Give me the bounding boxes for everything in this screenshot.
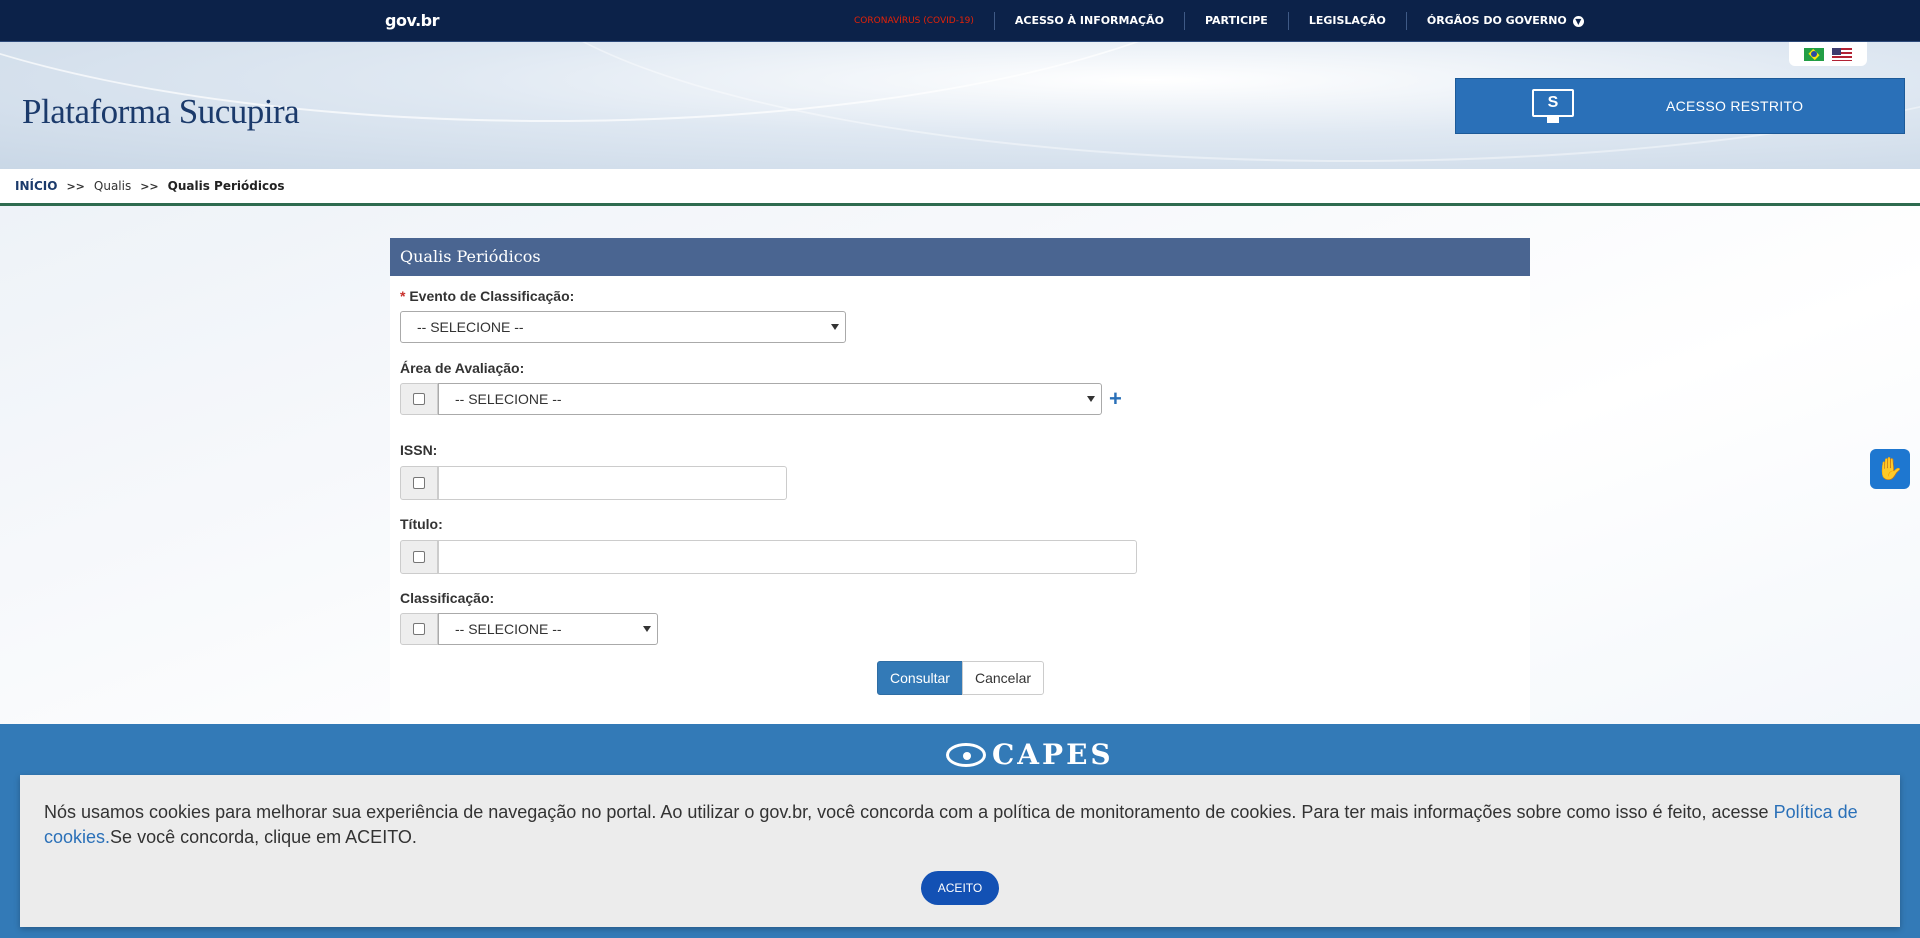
consultar-button[interactable]: Consultar bbox=[877, 661, 963, 695]
accept-cookies-button[interactable]: ACEITO bbox=[921, 871, 999, 905]
breadcrumb: INÍCIO >> Qualis >> Qualis Periódicos bbox=[0, 169, 1920, 206]
nav-orgaos-governo[interactable]: ÓRGÃOS DO GOVERNO ▼ bbox=[1405, 12, 1604, 30]
add-area-icon[interactable]: + bbox=[1109, 388, 1122, 410]
classificacao-select[interactable]: -- SELECIONE -- bbox=[438, 613, 658, 645]
area-checkbox-addon bbox=[400, 383, 438, 415]
breadcrumb-separator: >> bbox=[140, 179, 159, 193]
classificacao-checkbox[interactable] bbox=[413, 623, 425, 635]
cookie-banner: Nós usamos cookies para melhorar sua exp… bbox=[20, 775, 1900, 927]
evento-select[interactable]: -- SELECIONE -- bbox=[400, 311, 846, 343]
breadcrumb-home[interactable]: INÍCIO bbox=[15, 179, 57, 193]
qualis-form-panel: Qualis Periódicos * Evento de Classifica… bbox=[390, 238, 1530, 724]
gov-nav: CORONAVÍRUS (COVID-19) ACESSO À INFORMAÇ… bbox=[834, 0, 1604, 42]
gov-bar: gov.br CORONAVÍRUS (COVID-19) ACESSO À I… bbox=[0, 0, 1920, 42]
issn-checkbox[interactable] bbox=[413, 477, 425, 489]
titulo-checkbox-addon bbox=[400, 540, 438, 574]
site-header: Plataforma Sucupira S ACESSO RESTRITO bbox=[0, 42, 1920, 169]
cancelar-button[interactable]: Cancelar bbox=[962, 661, 1044, 695]
acesso-restrito-button[interactable]: S ACESSO RESTRITO bbox=[1455, 78, 1905, 134]
required-mark: * bbox=[400, 288, 406, 304]
capes-logo[interactable]: CAPES bbox=[946, 738, 1114, 771]
classificacao-label: Classificação: bbox=[400, 590, 495, 606]
site-brand[interactable]: Plataforma Sucupira bbox=[22, 92, 300, 132]
language-selector bbox=[1789, 42, 1867, 66]
area-select[interactable]: -- SELECIONE -- bbox=[438, 383, 1102, 415]
breadcrumb-qualis[interactable]: Qualis bbox=[94, 179, 131, 193]
nav-orgaos-governo-label: ÓRGÃOS DO GOVERNO bbox=[1426, 14, 1567, 27]
libras-hand-icon[interactable]: ✋ bbox=[1870, 449, 1910, 489]
nav-legislacao[interactable]: LEGISLAÇÃO bbox=[1287, 12, 1406, 30]
chevron-down-icon bbox=[1087, 396, 1095, 402]
chevron-down-icon bbox=[831, 324, 839, 330]
chevron-down-icon: ▼ bbox=[1572, 15, 1584, 27]
breadcrumb-separator: >> bbox=[66, 179, 85, 193]
govbr-logo[interactable]: gov.br bbox=[385, 11, 440, 30]
titulo-label: Título: bbox=[400, 516, 443, 532]
acesso-restrito-label: ACESSO RESTRITO bbox=[1666, 98, 1804, 114]
capes-eye-icon bbox=[946, 742, 986, 767]
monitor-icon: S bbox=[1532, 89, 1574, 123]
breadcrumb-current: Qualis Periódicos bbox=[167, 179, 285, 193]
panel-title: Qualis Periódicos bbox=[390, 238, 1530, 276]
titulo-checkbox[interactable] bbox=[413, 551, 425, 563]
issn-checkbox-addon bbox=[400, 466, 438, 500]
issn-label: ISSN: bbox=[400, 442, 438, 458]
area-label: Área de Avaliação: bbox=[400, 360, 525, 376]
usa-flag-icon[interactable] bbox=[1832, 47, 1852, 61]
brazil-flag-icon[interactable] bbox=[1804, 47, 1824, 61]
titulo-input[interactable] bbox=[438, 540, 1137, 574]
nav-acesso-informacao[interactable]: ACESSO À INFORMAÇÃO bbox=[993, 12, 1184, 30]
area-checkbox[interactable] bbox=[413, 393, 425, 405]
chevron-down-icon bbox=[643, 626, 651, 632]
classificacao-checkbox-addon bbox=[400, 613, 438, 645]
nav-covid[interactable]: CORONAVÍRUS (COVID-19) bbox=[834, 12, 994, 30]
evento-label: * Evento de Classificação: bbox=[400, 288, 575, 304]
nav-participe[interactable]: PARTICIPE bbox=[1183, 12, 1288, 30]
cookie-message: Nós usamos cookies para melhorar sua exp… bbox=[44, 802, 1858, 847]
issn-input[interactable] bbox=[438, 466, 787, 500]
